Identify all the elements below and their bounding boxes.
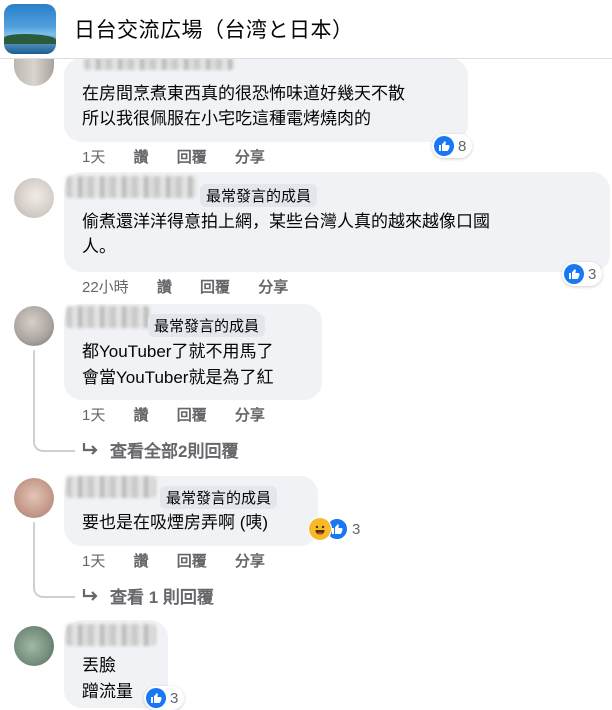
like-button[interactable]: 讚 (134, 407, 149, 424)
share-button[interactable]: 分享 (235, 149, 265, 166)
thumbs-up-icon (564, 264, 584, 284)
reaction-count[interactable]: 3 (144, 686, 185, 710)
thumbs-up-icon (146, 688, 166, 708)
reaction-number: 8 (458, 137, 467, 155)
group-avatar[interactable] (4, 4, 56, 54)
comment-time[interactable]: 1天 (82, 407, 105, 424)
like-button[interactable]: 讚 (134, 553, 149, 570)
like-button[interactable]: 讚 (134, 149, 149, 166)
view-replies-text: 查看全部2則回覆 (110, 442, 239, 461)
comment-text: 蹭流量 (82, 682, 133, 701)
comment-text: 要也是在吸煙房弄啊 (咦) (82, 513, 269, 532)
reply-arrow-icon (82, 588, 98, 601)
comment-text: 人。 (82, 237, 116, 256)
comment-text: 丟臉 (82, 656, 116, 675)
reaction-number: 3 (588, 265, 597, 283)
avatar[interactable] (14, 178, 54, 218)
avatar[interactable] (14, 306, 54, 346)
thread-connector (33, 582, 75, 598)
blurred-username (66, 624, 156, 646)
avatar[interactable] (14, 478, 54, 518)
share-button[interactable]: 分享 (258, 279, 288, 296)
avatar[interactable] (14, 626, 54, 666)
member-badge: 最常發言的成員 (148, 314, 266, 337)
share-button[interactable]: 分享 (235, 553, 265, 570)
comment-text: 偷煮還洋洋得意拍上網，某些台灣人真的越來越像口國 (82, 212, 490, 231)
blurred-username (66, 306, 150, 328)
reply-button[interactable]: 回覆 (177, 407, 207, 424)
share-button[interactable]: 分享 (235, 407, 265, 424)
thread-connector (33, 436, 75, 452)
view-replies-text: 查看 1 則回覆 (110, 588, 214, 607)
blurred-username (66, 476, 156, 498)
comment-actions: 1天 讚 回覆 分享 (82, 550, 289, 571)
reaction-number: 3 (352, 520, 361, 538)
blurred-username (84, 58, 234, 70)
reply-button[interactable]: 回覆 (177, 553, 207, 570)
group-header: 日台交流広場（台湾と日本） (0, 0, 612, 59)
thread-line (33, 350, 35, 436)
laughing-face-icon (308, 517, 332, 541)
reaction-number: 3 (170, 689, 179, 707)
like-button[interactable]: 讚 (157, 279, 172, 296)
member-badge: 最常發言的成員 (160, 486, 278, 509)
thumbs-up-icon (434, 136, 454, 156)
comment-actions: 22小時 讚 回覆 分享 (82, 276, 312, 297)
view-replies-link[interactable]: 查看全部2則回覆 (82, 437, 238, 462)
comment-text: 在房間烹煮東西真的很恐怖味道好幾天不散 (82, 84, 405, 103)
reaction-count[interactable]: 3 (306, 517, 366, 541)
reply-button[interactable]: 回覆 (177, 149, 207, 166)
group-name[interactable]: 日台交流広場（台湾と日本） (74, 14, 354, 44)
comment-actions: 1天 讚 回覆 分享 (82, 146, 289, 167)
comment-text: 所以我很佩服在小宅吃這種電烤燒肉的 (82, 109, 371, 128)
reply-arrow-icon (82, 442, 98, 455)
blurred-username (66, 176, 196, 198)
comment-time[interactable]: 1天 (82, 553, 105, 570)
comment-text: 都YouTuber了就不用馬了 (82, 342, 274, 361)
comment-text: 會當YouTuber就是為了紅 (82, 368, 274, 387)
avatar[interactable] (14, 58, 54, 86)
view-replies-link[interactable]: 查看 1 則回覆 (82, 583, 214, 608)
member-badge: 最常發言的成員 (200, 184, 318, 207)
reaction-count[interactable]: 3 (562, 262, 603, 286)
comment-actions: 1天 讚 回覆 分享 (82, 404, 289, 425)
comment-time[interactable]: 1天 (82, 149, 105, 166)
thread-line (33, 522, 35, 582)
reply-button[interactable]: 回覆 (200, 279, 230, 296)
comment-time[interactable]: 22小時 (82, 279, 129, 296)
reaction-count[interactable]: 8 (432, 134, 473, 158)
